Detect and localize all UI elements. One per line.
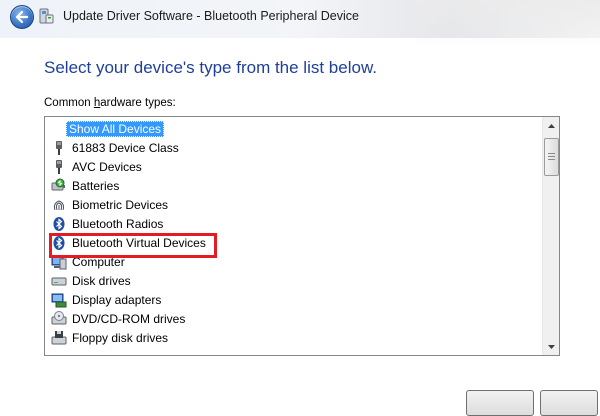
- scroll-grip-line: [548, 156, 555, 157]
- list-item-label: Disk drives: [72, 273, 131, 288]
- fingerprint-icon: [51, 197, 67, 213]
- list-item-batteries[interactable]: Batteries: [51, 176, 121, 195]
- chevron-up-icon: [547, 123, 555, 128]
- computer-icon: [51, 254, 67, 270]
- device-manager-icon: [38, 8, 54, 24]
- list-item-bluetooth-virtual-devices[interactable]: Bluetooth Virtual Devices: [51, 233, 208, 252]
- background-window-blur: [415, 0, 600, 45]
- label-text-pre: Common: [44, 97, 94, 109]
- hardware-types-label: Common hardware types:: [44, 97, 176, 109]
- list-item-label: 61883 Device Class: [72, 140, 179, 155]
- list-item-label: Bluetooth Radios: [72, 216, 164, 231]
- list-item-label: AVC Devices: [72, 159, 142, 174]
- scroll-thumb[interactable]: [544, 138, 559, 176]
- list-item-bluetooth-radios[interactable]: Bluetooth Radios: [51, 214, 165, 233]
- list-item-61883-device-class[interactable]: 61883 Device Class: [51, 138, 181, 157]
- list-item-dvd-cd-rom-drives[interactable]: DVD/CD-ROM drives: [51, 309, 187, 328]
- list-item-show-all-devices[interactable]: Show All Devices: [66, 119, 165, 138]
- next-button[interactable]: [466, 390, 534, 416]
- bluetooth-icon: [51, 216, 67, 232]
- list-item-display-adapters[interactable]: Display adapters: [51, 290, 163, 309]
- scroll-down-button[interactable]: [543, 338, 559, 355]
- vertical-scrollbar[interactable]: [542, 117, 559, 355]
- battery-icon: [51, 178, 67, 194]
- list-item-label: Floppy disk drives: [72, 330, 169, 345]
- label-text-post: ardware types:: [100, 97, 176, 109]
- list-item-biometric-devices[interactable]: Biometric Devices: [51, 195, 170, 214]
- display-adapter-icon: [51, 292, 67, 308]
- bluetooth-icon: [51, 235, 67, 251]
- floppy-drive-icon: [51, 330, 67, 346]
- ieee1394-plug-icon: [51, 140, 67, 156]
- list-item-label: Show All Devices: [66, 120, 165, 137]
- cancel-button[interactable]: [540, 390, 598, 416]
- page-heading: Select your device's type from the list …: [44, 58, 378, 77]
- back-arrow-icon: [15, 10, 29, 24]
- list-item-label: DVD/CD-ROM drives: [72, 311, 186, 326]
- scroll-grip-line: [548, 153, 555, 154]
- list-item-label: Batteries: [72, 178, 120, 193]
- back-button[interactable]: [10, 5, 34, 29]
- scroll-grip-line: [548, 159, 555, 160]
- hardware-types-list[interactable]: Show All Devices 61883 Device Class AVC …: [44, 116, 560, 356]
- list-item-computer[interactable]: Computer: [51, 252, 127, 271]
- window-title: Update Driver Software - Bluetooth Perip…: [63, 9, 359, 23]
- list-item-label: Display adapters: [72, 292, 162, 307]
- list-item-avc-devices[interactable]: AVC Devices: [51, 157, 144, 176]
- list-item-floppy-disk-drives[interactable]: Floppy disk drives: [51, 328, 170, 347]
- scroll-up-button[interactable]: [543, 117, 559, 134]
- list-item-disk-drives[interactable]: Disk drives: [51, 271, 133, 290]
- list-item-label: Bluetooth Virtual Devices: [72, 235, 206, 250]
- chevron-down-icon: [547, 344, 555, 349]
- list-item-label: Biometric Devices: [72, 197, 169, 212]
- list-item-label: Computer: [72, 254, 125, 269]
- ieee1394-plug-icon: [51, 159, 67, 175]
- disk-drive-icon: [51, 273, 67, 289]
- dvd-drive-icon: [51, 310, 67, 327]
